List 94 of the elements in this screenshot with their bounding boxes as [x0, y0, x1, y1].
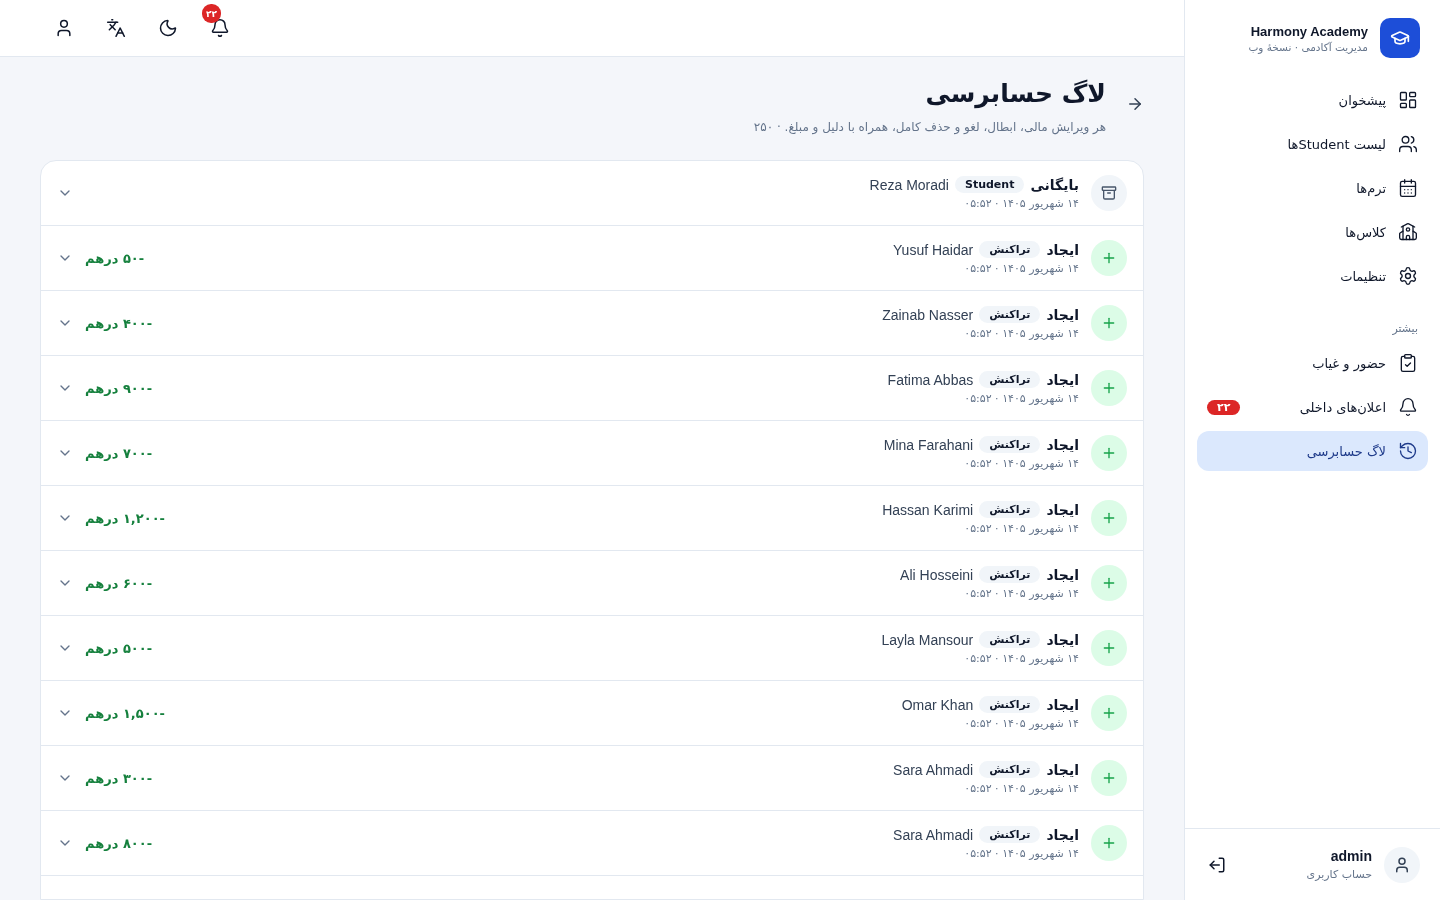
action-label: ایجاد [1046, 306, 1079, 323]
person-name: Mina Farahani [883, 436, 974, 453]
amount: -۳۰۰ درهم [85, 770, 153, 786]
entry-date: ۱۴ شهریور ۱۴۰۵ · ۰۵:۵۲ [963, 197, 1079, 210]
count-badge: ۲۲ [1207, 399, 1241, 415]
user-name: admin [1329, 848, 1372, 864]
action-label: ایجاد [1046, 566, 1079, 583]
plus-icon [1091, 370, 1127, 406]
language-button[interactable] [104, 16, 128, 40]
history-icon [1398, 441, 1418, 461]
plus-icon [1091, 630, 1127, 666]
entity-tag: تراکنش [979, 761, 1041, 778]
clipboard-icon [1398, 353, 1418, 373]
entry-date: ۱۴ شهریور ۱۴۰۵ · ۰۵:۵۲ [963, 262, 1079, 275]
person-name: Omar Khan [901, 696, 974, 713]
notification-badge: ۲۲ [202, 4, 221, 23]
nav-item[interactable]: پیشخوان [1197, 80, 1428, 120]
entry-date: ۱۴ شهریور ۱۴۰۵ · ۰۵:۵۲ [963, 717, 1079, 730]
nav-item[interactable]: ترم‌ها [1197, 168, 1428, 208]
brand-title: Harmony Academy [1249, 23, 1368, 39]
action-label: ایجاد [1046, 826, 1079, 843]
entry-date: ۱۴ شهریور ۱۴۰۵ · ۰۵:۵۲ [963, 327, 1079, 340]
plus-icon [1091, 825, 1127, 861]
action-label: ایجاد [1046, 761, 1079, 778]
amount: -۹۰۰ درهم [85, 380, 153, 396]
entity-tag: تراکنش [979, 826, 1041, 843]
back-button[interactable] [1126, 95, 1144, 113]
entity-tag: تراکنش [979, 696, 1041, 713]
nav-item[interactable]: اعلان‌های داخلی ۲۲ [1197, 387, 1428, 427]
action-label: ایجاد [1046, 436, 1079, 453]
plus-icon [1091, 305, 1127, 341]
page-subtitle: هر ویرایش مالی، ابطال، لغو و حذف کامل، همراه با دلیل و مبلغ. · ۲۵۰ [753, 120, 1106, 134]
amount: -۸۰۰ درهم [85, 835, 153, 851]
avatar-icon [1384, 846, 1420, 883]
entry-date: ۱۴ شهریور ۱۴۰۵ · ۰۵:۵۲ [963, 847, 1079, 860]
action-label: ایجاد [1046, 696, 1079, 713]
users-icon [1398, 134, 1418, 154]
amount: -۵۰۰ درهم [85, 640, 153, 656]
nav-item[interactable]: لیست Studentها [1197, 124, 1428, 164]
nav-item[interactable]: کلاس‌ها [1197, 212, 1428, 252]
person-name: Sara Ahmadi [893, 761, 974, 778]
action-label: ایجاد [1046, 631, 1079, 648]
dashboard-icon [1398, 90, 1418, 110]
plus-icon [1091, 435, 1127, 471]
entity-tag: تراکنش [979, 306, 1041, 323]
action-label: بایگانی [1030, 176, 1079, 193]
bell-icon [1398, 397, 1418, 417]
person-name: Sara Ahmadi [893, 826, 974, 843]
plus-icon [1091, 760, 1127, 796]
person-name: Layla Mansour [881, 631, 974, 648]
plus-icon [1091, 500, 1127, 536]
logo-icon [1380, 18, 1420, 58]
entity-tag: تراکنش [979, 436, 1041, 453]
entry-date: ۱۴ شهریور ۱۴۰۵ · ۰۵:۵۲ [963, 522, 1079, 535]
nav-item[interactable]: حضور و غیاب [1197, 343, 1428, 383]
person-name: Zainab Nasser [882, 306, 974, 323]
person-name: Fatima Abbas [887, 371, 974, 388]
person-name: Reza Moradi [869, 176, 949, 193]
entity-tag: تراکنش [979, 501, 1041, 518]
section-label: بیشتر [1391, 321, 1419, 337]
person-name: Yusuf Haidar [893, 241, 974, 258]
action-label: ایجاد [1046, 371, 1079, 388]
amount: -۶۰۰ درهم [85, 575, 153, 591]
entry-date: ۱۴ شهریور ۱۴۰۵ · ۰۵:۵۲ [963, 652, 1079, 665]
plus-icon [1091, 565, 1127, 601]
person-name: Hassan Karimi [882, 501, 974, 518]
person-name: Ali Hosseini [900, 566, 974, 583]
nav-item[interactable]: لاگ حسابرسی [1197, 431, 1428, 471]
entry-date: ۱۴ شهریور ۱۴۰۵ · ۰۵:۵۲ [963, 457, 1079, 470]
settings-icon [1398, 266, 1418, 286]
action-label: ایجاد [1046, 501, 1079, 518]
user-role: حساب کاربری [1305, 868, 1372, 881]
archive-icon [1091, 175, 1127, 211]
entity-tag: Student [954, 176, 1025, 193]
entity-tag: تراکنش [979, 241, 1041, 258]
entity-tag: تراکنش [979, 566, 1041, 583]
plus-icon [1091, 240, 1127, 276]
brand-subtitle: مدیریت آکادمی · نسخهٔ وب [1248, 40, 1368, 53]
building-icon [1398, 222, 1418, 242]
calendar-icon [1398, 178, 1418, 198]
entity-tag: تراکنش [979, 371, 1041, 388]
page-title: لاگ حسابرسی [924, 79, 1106, 108]
entity-tag: تراکنش [979, 631, 1041, 648]
plus-icon [1091, 695, 1127, 731]
entry-date: ۱۴ شهریور ۱۴۰۵ · ۰۵:۵۲ [963, 587, 1079, 600]
action-label: ایجاد [1046, 241, 1079, 258]
amount: -۱,۵۰۰ درهم [85, 705, 165, 721]
amount: -۱,۲۰۰ درهم [85, 510, 165, 526]
amount: -۵۰ درهم [85, 250, 145, 266]
entry-date: ۱۴ شهریور ۱۴۰۵ · ۰۵:۵۲ [963, 392, 1079, 405]
entry-date: ۱۴ شهریور ۱۴۰۵ · ۰۵:۵۲ [963, 782, 1079, 795]
amount: -۷۰۰ درهم [85, 445, 153, 461]
amount: -۴۰۰ درهم [85, 315, 153, 331]
nav-item[interactable]: تنظیمات [1197, 256, 1428, 296]
